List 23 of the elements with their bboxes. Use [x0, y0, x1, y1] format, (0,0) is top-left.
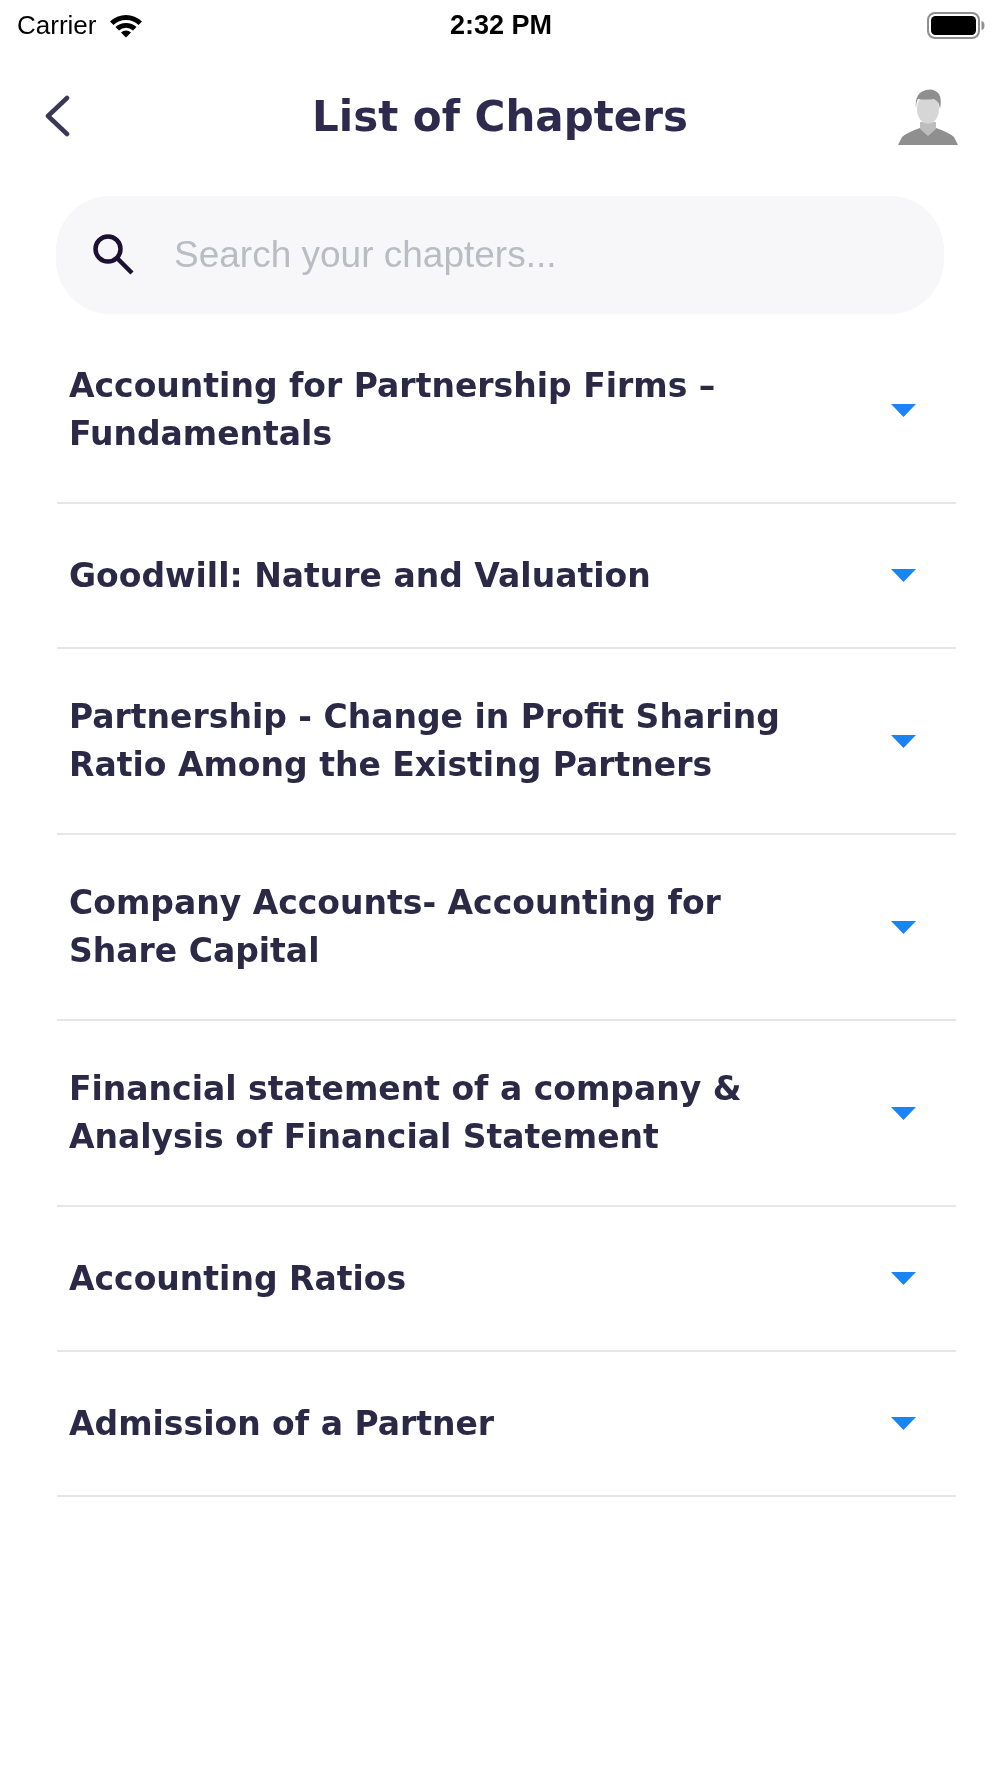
- avatar-icon[interactable]: [898, 87, 958, 145]
- caret-icon[interactable]: [891, 920, 916, 934]
- caret-icon[interactable]: [891, 734, 916, 748]
- chapter-title[interactable]: Company Accounts- Accounting for Share Capital: [69, 879, 839, 975]
- chapter-title[interactable]: Accounting for Partnership Firms – Fundamentals: [69, 362, 839, 458]
- carrier-label: Carrier: [17, 9, 97, 41]
- caret-icon[interactable]: [891, 403, 916, 417]
- wifi-icon: [108, 12, 145, 38]
- caret-icon[interactable]: [891, 1106, 916, 1120]
- search-icon: [92, 233, 135, 276]
- chapter-title[interactable]: Financial statement of a company & Analysis of Financial Statement: [69, 1065, 839, 1161]
- chapter-title[interactable]: Goodwill: Nature and Valuation: [69, 551, 839, 600]
- battery-icon: [927, 11, 985, 39]
- time-label: 2:32 PM: [450, 9, 553, 41]
- chapter-title[interactable]: Admission of a Partner: [69, 1399, 839, 1448]
- chapter-title[interactable]: Partnership - Change in Profit Sharing Ratio Among the Existing Partners: [69, 693, 839, 789]
- caret-icon[interactable]: [891, 1417, 916, 1430]
- caret-icon[interactable]: [891, 1272, 916, 1285]
- page-title: List of Chapters: [312, 91, 688, 141]
- back-icon[interactable]: [44, 95, 70, 137]
- caret-icon[interactable]: [891, 569, 916, 582]
- chapter-title[interactable]: Accounting Ratios: [69, 1254, 839, 1303]
- search-field[interactable]: Search your chapters...: [56, 196, 944, 314]
